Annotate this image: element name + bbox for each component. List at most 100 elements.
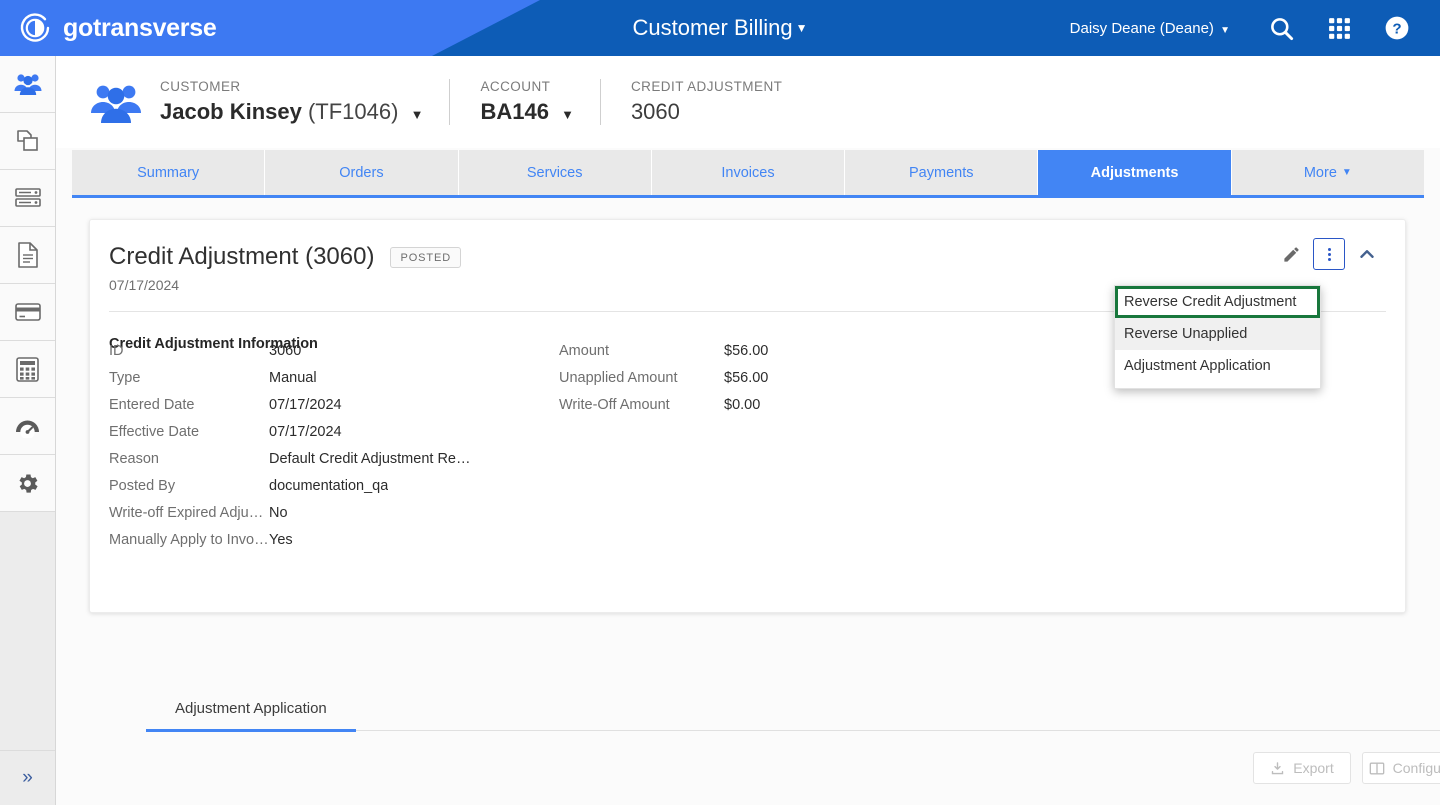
credit-adjustment-card: Credit Adjustment (3060) POSTED 07/17/20… <box>89 219 1406 613</box>
field-row: Amount $56.00 <box>559 343 768 370</box>
apps-grid-icon <box>1328 17 1350 39</box>
customer-name: Jacob Kinsey <box>160 99 302 124</box>
brand-logo-area[interactable]: gotransverse <box>18 0 217 56</box>
field-label: Effective Date <box>109 424 200 440</box>
chevron-down-icon[interactable]: ▼ <box>561 107 574 122</box>
sidebar-item-customers[interactable] <box>0 56 55 113</box>
sidebar-item-servers[interactable] <box>0 170 55 227</box>
apps-grid-button[interactable] <box>1310 0 1368 56</box>
field-row: Write-Off Amount $0.00 <box>559 397 768 424</box>
page-title: Credit Adjustment (3060) <box>109 243 375 270</box>
configure-label: Configure <box>1392 760 1440 776</box>
tab-label: Summary <box>137 164 200 181</box>
context-customer[interactable]: CUSTOMER Jacob Kinsey (TF1046) ▼ <box>160 79 449 125</box>
field-column-right: Amount $56.00 Unapplied Amount $56.00 Wr… <box>559 343 768 559</box>
field-row: Manually Apply to Invoice Yes <box>109 532 559 559</box>
context-account-value: BA146 ▼ <box>480 99 573 125</box>
help-icon: ? <box>1385 16 1409 40</box>
user-name-label: Daisy Deane (Deane) <box>1069 19 1214 37</box>
field-value: No <box>269 505 288 521</box>
tab-label: Invoices <box>721 164 775 181</box>
tab-label: Payments <box>909 164 974 181</box>
context-breadcrumb-bar: CUSTOMER Jacob Kinsey (TF1046) ▼ ACCOUNT… <box>56 56 1440 148</box>
configure-button[interactable]: Configure <box>1362 752 1440 784</box>
context-adjustment-label: CREDIT ADJUSTMENT <box>630 79 783 94</box>
tab-invoices[interactable]: Invoices <box>651 150 846 195</box>
field-value: documentation_qa <box>269 478 389 494</box>
brand-name: gotransverse <box>63 13 217 42</box>
field-row: Entered Date 07/17/2024 <box>109 397 559 424</box>
left-sidebar: » <box>0 56 56 805</box>
gotransverse-logo-icon <box>20 13 50 42</box>
tab-orders[interactable]: Orders <box>265 150 459 195</box>
customer-avatar-icon <box>91 85 141 123</box>
customers-icon <box>14 74 41 95</box>
tab-services[interactable]: Services <box>458 150 652 195</box>
tab-label: More <box>1303 164 1337 181</box>
collapse-chevron-icon <box>1360 250 1374 258</box>
field-column-left: ID 3060 Type Manual Entered Date 07/17/2… <box>109 343 559 559</box>
app-title-label: Customer Billing <box>632 15 793 40</box>
field-value: $56.00 <box>724 343 769 359</box>
primary-tab-bar: Summary Orders Services Invoices Payment… <box>72 150 1424 198</box>
sidebar-item-orders[interactable] <box>0 113 55 170</box>
context-account-label: ACCOUNT <box>480 79 551 94</box>
grid-toolbar: Export Configure <box>1253 752 1440 784</box>
search-icon <box>1270 17 1293 40</box>
sidebar-item-dashboard[interactable] <box>0 398 55 455</box>
menu-item-reverse-credit-adjustment[interactable]: Reverse Credit Adjustment <box>1115 286 1320 318</box>
svg-text:?: ? <box>1392 20 1401 37</box>
more-vertical-icon <box>1327 247 1331 261</box>
tab-more[interactable]: More ▼ <box>1231 150 1424 195</box>
field-label: ID <box>109 343 124 359</box>
field-label: Entered Date <box>109 397 195 413</box>
edit-button[interactable] <box>1275 238 1307 270</box>
tab-adjustments[interactable]: Adjustments <box>1038 150 1232 195</box>
menu-item-adjustment-application[interactable]: Adjustment Application <box>1115 350 1320 382</box>
customer-code: (TF1046) <box>307 99 399 124</box>
field-value: $0.00 <box>724 397 761 413</box>
more-actions-button[interactable] <box>1313 238 1345 270</box>
context-account[interactable]: ACCOUNT BA146 ▼ <box>449 79 599 125</box>
field-row: Unapplied Amount $56.00 <box>559 370 768 397</box>
status-badge: POSTED <box>390 246 462 268</box>
sidebar-empty-space <box>0 512 55 730</box>
card-header: Credit Adjustment (3060) POSTED 07/17/20… <box>90 220 1405 293</box>
help-button[interactable]: ? <box>1368 0 1426 56</box>
field-row: Type Manual <box>109 370 559 397</box>
user-menu[interactable]: Daisy Deane (Deane) ▼ <box>1070 20 1230 37</box>
menu-item-reverse-unapplied[interactable]: Reverse Unapplied <box>1115 318 1320 350</box>
orders-icon <box>16 130 38 151</box>
chevron-down-icon[interactable]: ▼ <box>411 107 424 122</box>
chevron-down-icon: ▼ <box>1341 167 1352 178</box>
field-label: Posted By <box>109 478 176 494</box>
collapse-card-button[interactable] <box>1351 238 1383 270</box>
field-value: $56.00 <box>724 370 769 386</box>
gear-icon <box>19 473 38 493</box>
tab-summary[interactable]: Summary <box>72 150 266 195</box>
field-label: Manually Apply to Invoice <box>109 532 269 548</box>
context-credit-adjustment: CREDIT ADJUSTMENT 3060 <box>599 79 808 125</box>
sidebar-item-documents[interactable] <box>0 227 55 284</box>
document-icon <box>17 242 38 268</box>
bottom-section: Adjustment Application Export Configure <box>146 692 1440 784</box>
credit-card-icon <box>14 303 41 321</box>
field-row: Write-off Expired Adjustments No <box>109 505 559 532</box>
sidebar-item-settings[interactable] <box>0 455 55 512</box>
field-label: Amount <box>559 343 609 359</box>
field-row: Reason Default Credit Adjustment Re… <box>109 451 559 478</box>
card-action-buttons <box>1275 238 1383 270</box>
export-label: Export <box>1293 760 1334 776</box>
tab-payments[interactable]: Payments <box>845 150 1039 195</box>
search-button[interactable] <box>1252 0 1310 56</box>
field-label: Reason <box>109 451 159 467</box>
field-value: 07/17/2024 <box>269 397 342 413</box>
field-value: Manual <box>269 370 317 386</box>
sidebar-item-calculator[interactable] <box>0 341 55 398</box>
header-right-controls: Daisy Deane (Deane) ▼ ? <box>1070 0 1426 56</box>
sidebar-item-payments[interactable] <box>0 284 55 341</box>
sidebar-expand-button[interactable]: » <box>0 750 55 805</box>
export-button[interactable]: Export <box>1253 752 1351 784</box>
tab-adjustment-application[interactable]: Adjustment Application <box>146 692 356 732</box>
gauge-icon <box>16 420 39 438</box>
